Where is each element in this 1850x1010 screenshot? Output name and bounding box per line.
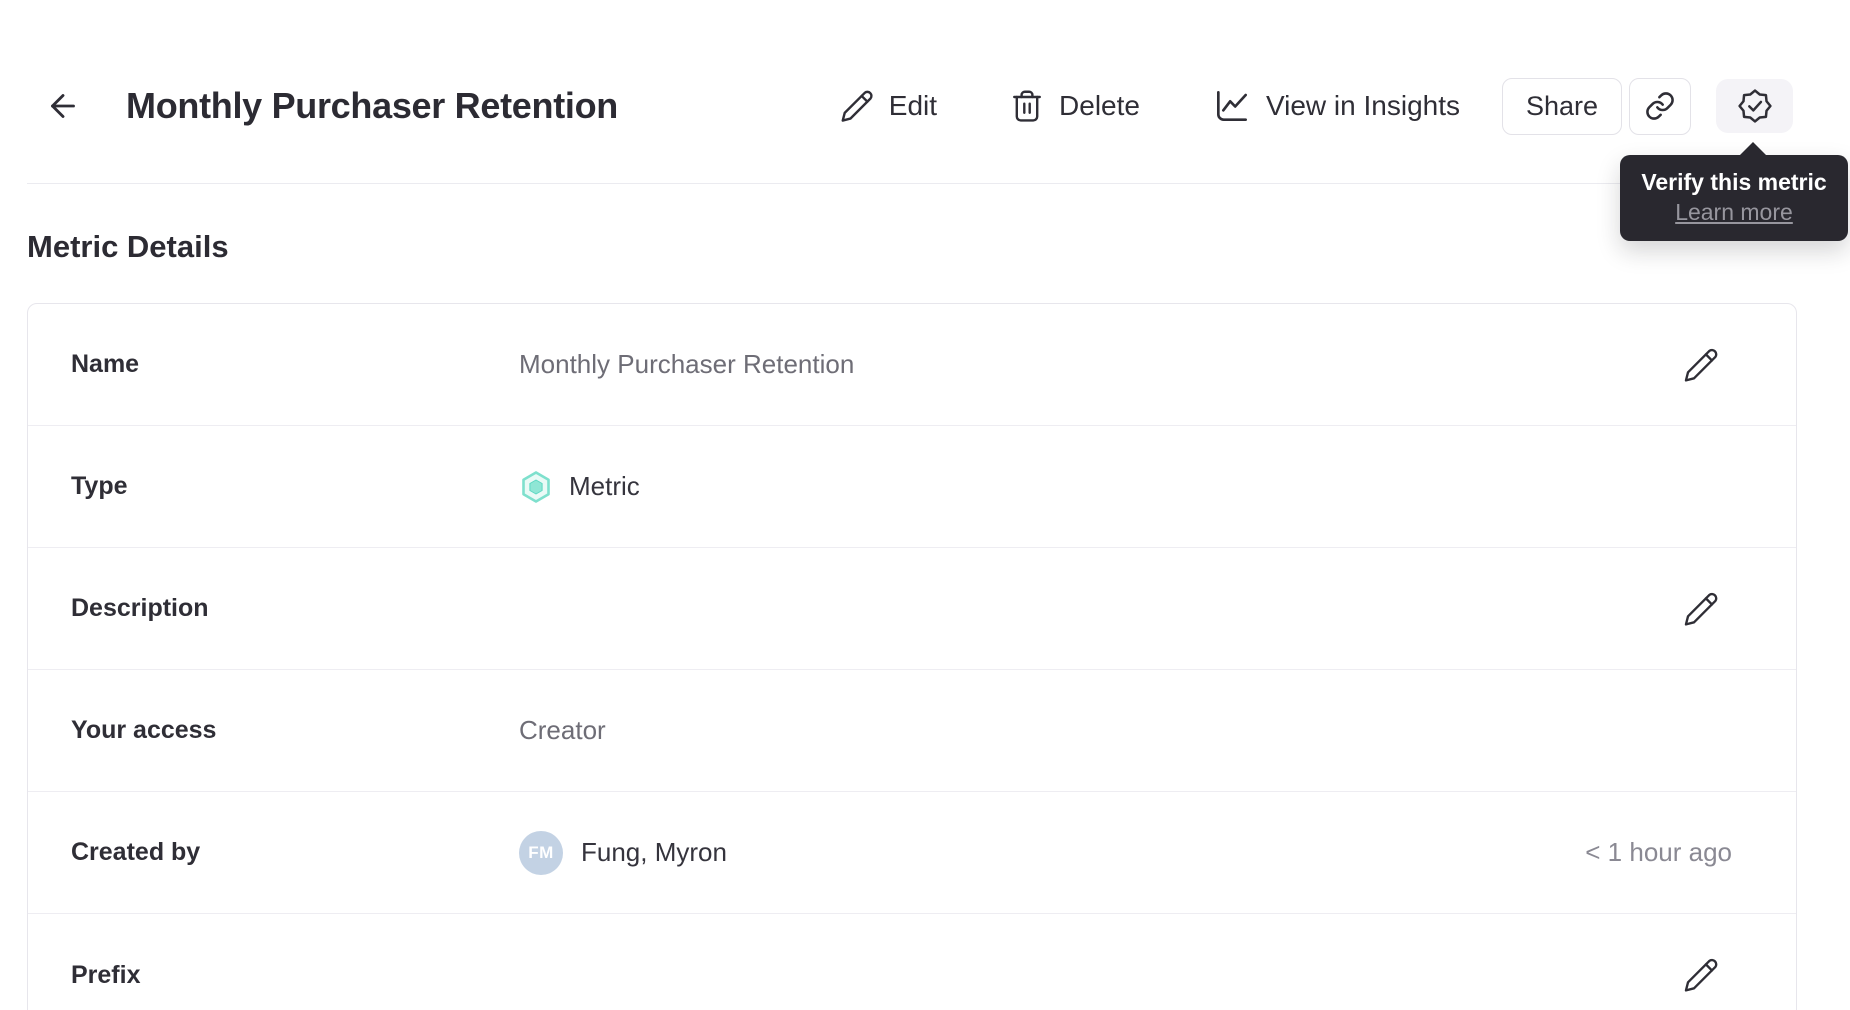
metric-hexagon-icon [519, 470, 553, 504]
detail-row-prefix: Prefix [28, 914, 1796, 1010]
share-button-group: Share [1502, 77, 1691, 135]
arrow-left-icon [45, 88, 81, 124]
pencil-icon [1682, 956, 1720, 994]
type-value: Metric [519, 470, 1732, 504]
access-value: Creator [519, 715, 606, 745]
edit-button[interactable]: Edit [839, 88, 937, 124]
delete-button[interactable]: Delete [1009, 88, 1140, 124]
created-timestamp: < 1 hour ago [1585, 837, 1732, 867]
verify-metric-button[interactable] [1716, 79, 1793, 133]
type-text: Metric [569, 471, 640, 501]
creator-name: Fung, Myron [581, 837, 727, 867]
detail-row-type: Type Metric [28, 426, 1796, 548]
pencil-icon [1682, 346, 1720, 384]
created-by-label: Created by [71, 838, 201, 866]
verified-badge-icon [1736, 87, 1774, 125]
edit-name-button[interactable] [1682, 346, 1720, 384]
pencil-icon [839, 88, 875, 124]
name-value: Monthly Purchaser Retention [519, 349, 855, 379]
pencil-icon [1682, 590, 1720, 628]
verify-tooltip-title: Verify this metric [1641, 169, 1827, 195]
avatar: FM [519, 830, 563, 875]
copy-link-button[interactable] [1629, 77, 1691, 135]
name-label: Name [71, 350, 140, 378]
detail-row-name: Name Monthly Purchaser Retention [28, 304, 1796, 426]
header-actions: Edit Delete View in Insights Share [839, 77, 1793, 135]
view-in-insights-button[interactable]: View in Insights [1212, 86, 1460, 126]
detail-row-created-by: Created by FM Fung, Myron < 1 hour ago [28, 792, 1796, 914]
line-chart-icon [1212, 86, 1252, 126]
share-button[interactable]: Share [1502, 77, 1622, 135]
back-button[interactable] [44, 87, 82, 125]
section-title: Metric Details [27, 229, 229, 264]
edit-description-button[interactable] [1682, 590, 1720, 628]
trash-icon [1009, 88, 1045, 124]
verify-tooltip: Verify this metric Learn more [1620, 142, 1848, 241]
metric-details-page: Monthly Purchaser Retention Edit Delete … [0, 0, 1850, 1010]
delete-label: Delete [1059, 90, 1140, 121]
learn-more-link[interactable]: Learn more [1675, 198, 1793, 226]
edit-prefix-button[interactable] [1682, 956, 1720, 994]
prefix-label: Prefix [71, 960, 141, 989]
type-label: Type [71, 472, 128, 500]
created-by-value: FM Fung, Myron [519, 830, 1585, 875]
link-icon [1644, 90, 1676, 122]
share-label: Share [1525, 90, 1599, 121]
description-label: Description [71, 594, 209, 622]
header: Monthly Purchaser Retention Edit Delete … [0, 0, 1850, 184]
view-in-insights-label: View in Insights [1265, 90, 1460, 121]
access-label: Your access [71, 716, 217, 744]
detail-row-access: Your access Creator [28, 670, 1796, 792]
edit-label: Edit [888, 90, 938, 121]
page-title: Monthly Purchaser Retention [126, 85, 618, 126]
metric-details-card: Name Monthly Purchaser Retention Type Me… [27, 303, 1797, 1010]
detail-row-description: Description [28, 548, 1796, 670]
